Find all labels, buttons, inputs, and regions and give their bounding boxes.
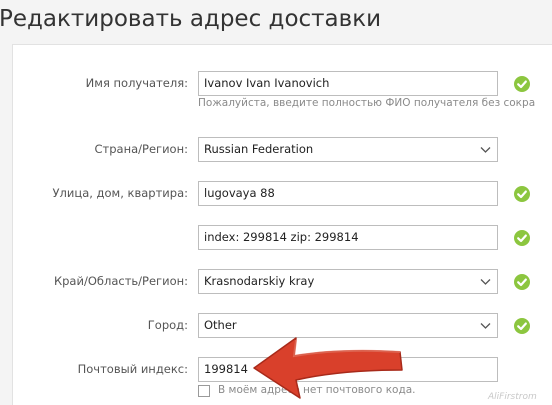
- city-label: Город:: [147, 318, 188, 332]
- chevron-down-icon: [480, 323, 491, 329]
- watermark: AliFirstrom: [488, 392, 537, 402]
- country-row: Страна/Регион: Russian Federation: [0, 137, 552, 163]
- no-zip-checkbox[interactable]: [198, 385, 210, 397]
- zip-label: Почтовый индекс:: [77, 362, 188, 376]
- recipient-label: Имя получателя:: [85, 76, 188, 90]
- check-circle-icon: [514, 76, 530, 92]
- country-select[interactable]: Russian Federation: [198, 137, 498, 162]
- city-select-value: Other: [204, 318, 237, 332]
- region-row: Край/Область/Регион: Krasnodarskiy kray: [0, 269, 552, 295]
- page-title: Редактировать адрес доставки: [0, 6, 382, 32]
- region-select-value: Krasnodarskiy kray: [204, 274, 315, 288]
- recipient-name-input[interactable]: Ivanov Ivan Ivanovich: [198, 71, 498, 96]
- street-address-input[interactable]: lugovaya 88: [198, 181, 498, 206]
- check-circle-icon: [514, 274, 530, 290]
- street-row: Улица, дом, квартира: lugovaya 88: [0, 181, 552, 207]
- chevron-down-icon: [480, 147, 491, 153]
- recipient-hint: Пожалуйста, введите полностью ФИО получа…: [198, 97, 536, 109]
- country-select-value: Russian Federation: [204, 142, 314, 156]
- region-label: Край/Область/Регион:: [53, 274, 188, 288]
- street2-row: index: 299814 zip: 299814: [0, 225, 552, 251]
- street-address-line2-input[interactable]: index: 299814 zip: 299814: [198, 225, 498, 250]
- check-circle-icon: [514, 318, 530, 334]
- street-label: Улица, дом, квартира:: [52, 186, 188, 200]
- recipient-row: Имя получателя: Ivanov Ivan Ivanovich: [0, 71, 552, 97]
- red-arrow-icon: [253, 337, 403, 399]
- check-circle-icon: [514, 186, 530, 202]
- country-label: Страна/Регион:: [94, 142, 188, 156]
- check-circle-icon: [514, 230, 530, 246]
- region-select[interactable]: Krasnodarskiy kray: [198, 269, 498, 294]
- chevron-down-icon: [480, 279, 491, 285]
